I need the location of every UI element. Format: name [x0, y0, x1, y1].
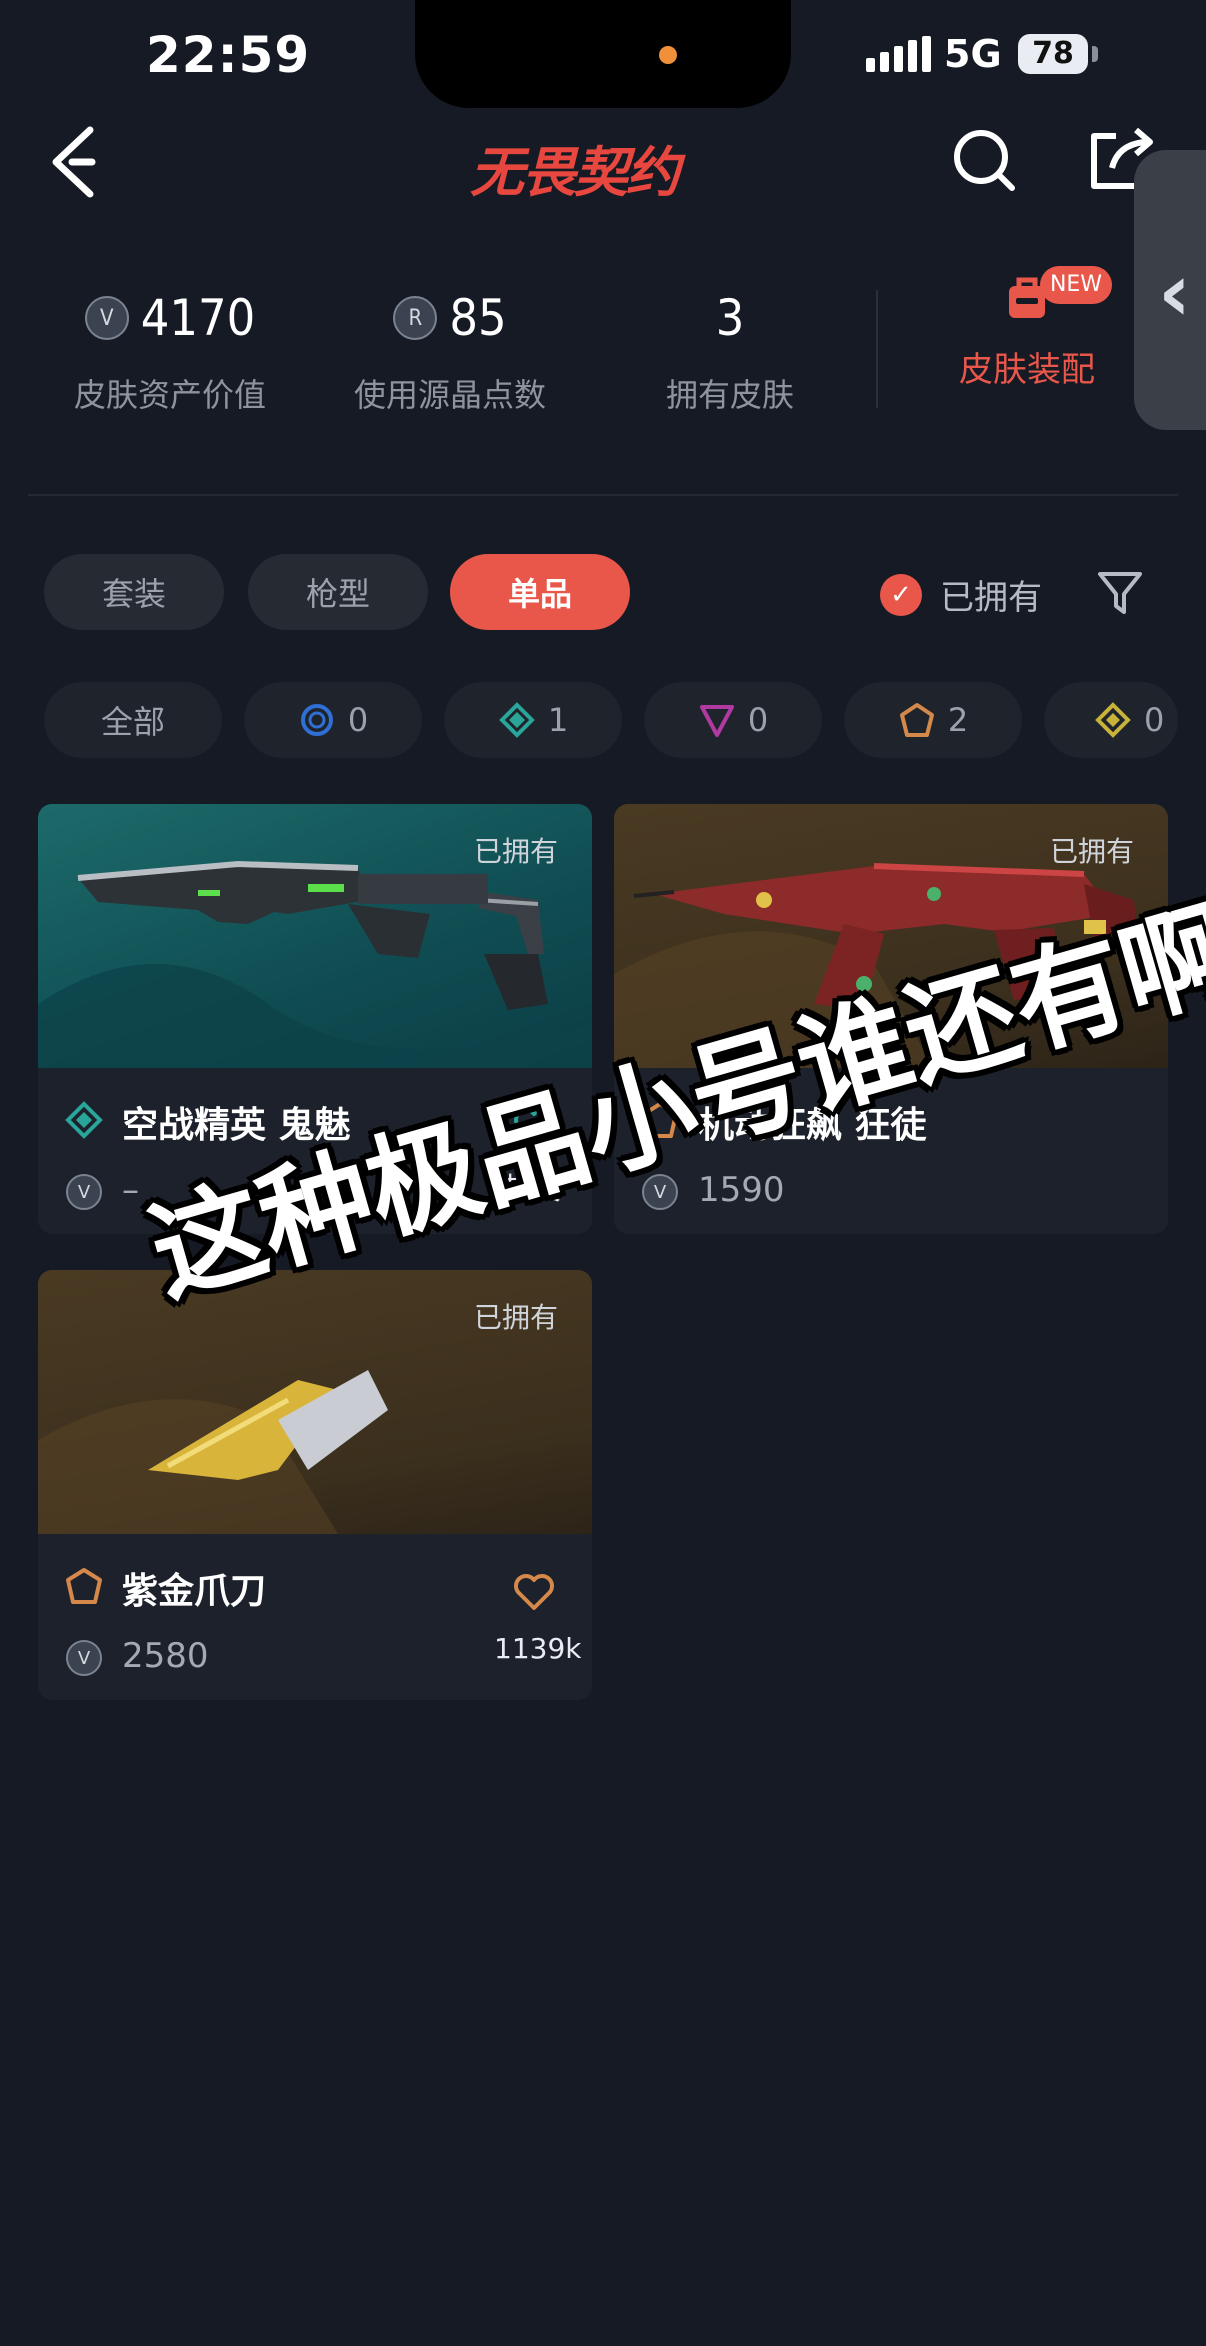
dynamic-island: [415, 0, 791, 108]
r-coin-icon: R: [393, 296, 438, 340]
ultra-tier-icon: [1095, 702, 1131, 738]
v-coin-icon: V: [84, 296, 129, 340]
owned-tag: 已拥有: [473, 1301, 558, 1334]
skin-price: 1590: [698, 1170, 785, 1210]
skin-name: 紫金爪刀: [122, 1571, 267, 1612]
tab-bundles[interactable]: 套装: [44, 554, 224, 630]
v-coin-icon: V: [66, 1640, 102, 1676]
tier-count: 0: [747, 701, 769, 739]
skin-image: 已拥有: [38, 804, 592, 1068]
tab-single-items[interactable]: 单品: [450, 554, 630, 630]
tier-chip-orange[interactable]: 2: [844, 682, 1022, 758]
owned-tag: 已拥有: [1049, 835, 1134, 868]
filter-icon[interactable]: [1096, 568, 1144, 618]
asset-value-label: 皮肤资产价值: [73, 376, 266, 414]
tier-count: 2: [947, 701, 969, 739]
battery-tip: [1092, 46, 1098, 62]
select-tier-icon: [300, 704, 333, 736]
heart-icon[interactable]: [512, 1572, 556, 1612]
v-coin-icon: V: [66, 1174, 102, 1210]
tier-count: 0: [1144, 701, 1165, 739]
status-time: 22:59: [146, 26, 311, 84]
deluxe-tier-icon: [65, 1101, 103, 1139]
premium-tier-icon: [699, 705, 734, 737]
stats-divider: [876, 290, 878, 408]
search-icon[interactable]: [950, 126, 1020, 196]
owned-filter-label[interactable]: 已拥有: [940, 570, 1042, 619]
tier-count: 0: [347, 701, 369, 739]
tier-chip-gold[interactable]: 0: [1044, 682, 1178, 758]
owned-skins-label: 拥有皮肤: [665, 376, 794, 414]
back-arrow-icon[interactable]: [46, 122, 106, 202]
tier-chip-teal[interactable]: 1: [444, 682, 622, 758]
battery-level: 78: [1018, 34, 1088, 74]
exclusive-tier-icon: [66, 1568, 102, 1604]
owned-skins-value: 3: [715, 289, 745, 347]
app-logo: 无畏契约: [470, 141, 680, 204]
skin-equip-label: 皮肤装配: [959, 350, 1095, 390]
signal-icon: [866, 36, 931, 72]
network-label: 5G: [944, 32, 1002, 76]
owned-tag: 已拥有: [473, 835, 558, 868]
tier-chip-purple[interactable]: 0: [644, 682, 822, 758]
tier-chip-blue[interactable]: 0: [244, 682, 422, 758]
owned-checkbox[interactable]: ✓: [880, 574, 922, 616]
recording-dot: [659, 46, 677, 64]
tier-count: 1: [547, 701, 569, 739]
tab-weapon-type[interactable]: 枪型: [248, 554, 428, 630]
asset-value: 4170: [140, 289, 256, 347]
skin-image: 已拥有: [38, 1270, 592, 1534]
exclusive-tier-icon: [899, 703, 934, 737]
section-divider: [28, 494, 1178, 496]
stat-asset-value: V 4170 皮肤资产价值: [40, 286, 300, 416]
deluxe-tier-icon: [498, 702, 535, 738]
stat-owned-skins: 3 拥有皮肤: [600, 286, 860, 416]
skin-price: 2580: [122, 1636, 209, 1676]
new-badge: NEW: [1040, 266, 1112, 304]
tier-chip-all-label: 全部: [100, 703, 165, 741]
skin-card[interactable]: 已拥有 紫金爪刀 V 2580 1139k: [38, 1270, 592, 1700]
radianite-label: 使用源晶点数: [353, 376, 546, 414]
stat-radianite-points: R 85 使用源晶点数: [320, 286, 580, 416]
tier-chip-all[interactable]: 全部: [44, 682, 222, 758]
chevron-left-icon: ‹: [1158, 246, 1191, 339]
side-drawer-handle[interactable]: ‹: [1134, 150, 1206, 430]
radianite-value: 85: [449, 289, 507, 347]
like-count: 1139k: [494, 1632, 582, 1665]
